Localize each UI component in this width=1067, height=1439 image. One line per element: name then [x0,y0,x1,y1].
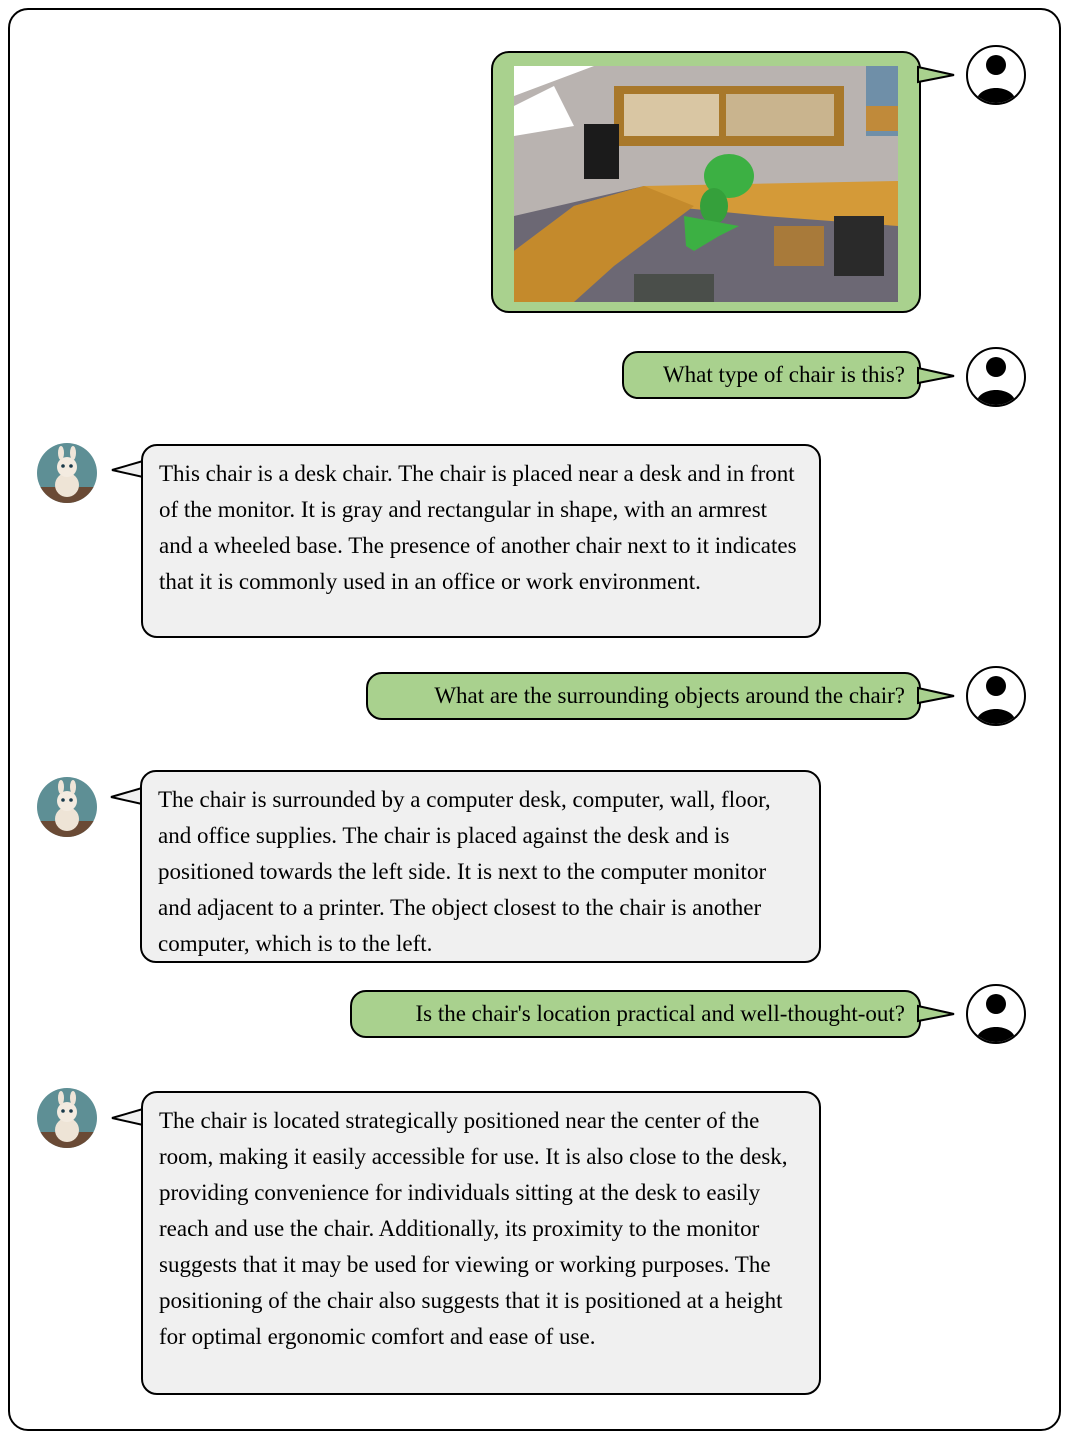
bubble-tail [110,786,143,806]
assistant-message: This chair is a desk chair. The chair is… [141,444,821,638]
user-message: Is the chair's location practical and we… [350,990,921,1038]
user-icon [976,994,1016,1042]
llama-icon [37,443,97,503]
bubble-tail [917,686,955,705]
assistant-message: The chair is surrounded by a computer de… [140,770,821,963]
bubble-tail [917,1004,955,1023]
user-message: What are the surrounding objects around … [366,672,921,720]
bubble-tail [917,366,955,385]
user-icon [976,55,1016,103]
user-message: What type of chair is this? [622,351,921,399]
llama-icon [37,1088,97,1148]
bubble-tail [917,65,955,84]
bubble-tail [111,1107,144,1127]
llama-icon [37,777,97,837]
assistant-avatar [37,777,97,837]
user-avatar [966,347,1026,407]
user-avatar [966,45,1026,105]
bubble-tail [111,459,144,479]
user-icon [976,357,1016,405]
assistant-avatar [37,443,97,503]
assistant-message: The chair is located strategically posit… [141,1091,821,1395]
assistant-avatar [37,1088,97,1148]
user-icon [976,676,1016,724]
user-avatar [966,666,1026,726]
scene-image [514,66,898,302]
user-image-bubble [491,51,921,313]
user-avatar [966,984,1026,1044]
